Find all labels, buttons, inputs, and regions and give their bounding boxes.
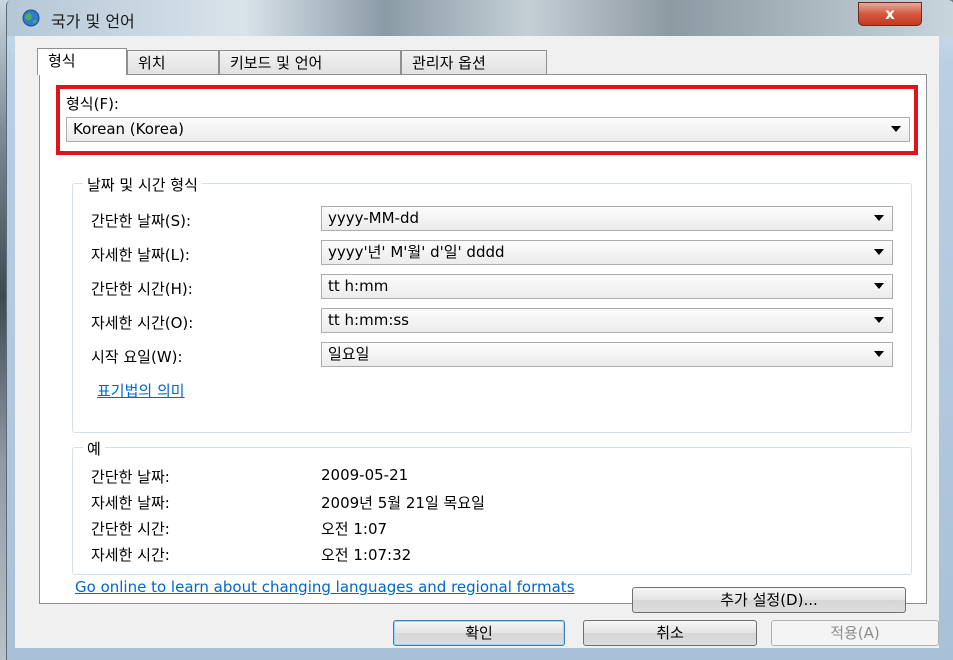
long-time-value: tt h:mm:ss xyxy=(328,311,409,329)
format-label: 형식(F): xyxy=(66,95,119,113)
examples-group-title: 예 xyxy=(83,438,105,459)
cancel-button[interactable]: 취소 xyxy=(583,620,757,646)
tab-location[interactable]: 위치 xyxy=(127,50,219,74)
datetime-format-group: 날짜 및 시간 형식 간단한 날짜(S): yyyy-MM-dd 자세한 날짜(… xyxy=(72,174,912,433)
example-long-time-value: 오전 1:07:32 xyxy=(321,546,412,564)
short-time-label: 간단한 시간(H): xyxy=(91,280,193,298)
close-icon: x xyxy=(885,5,895,23)
long-date-label: 자세한 날짜(L): xyxy=(91,246,190,264)
online-help-link[interactable]: Go online to learn about changing langua… xyxy=(75,578,575,596)
long-time-dropdown[interactable]: tt h:mm:ss xyxy=(321,308,893,333)
dialog-client-area: 형식 위치 키보드 및 언어 관리자 옵션 형식(F): Korean (Kor… xyxy=(15,36,939,648)
short-date-label: 간단한 날짜(S): xyxy=(91,212,192,230)
short-date-value: yyyy-MM-dd xyxy=(328,209,419,227)
short-time-dropdown[interactable]: tt h:mm xyxy=(321,274,893,299)
chevron-down-icon xyxy=(874,317,884,323)
format-value: Korean (Korea) xyxy=(73,120,185,138)
first-day-value: 일요일 xyxy=(328,345,370,363)
additional-settings-button[interactable]: 추가 설정(D)... xyxy=(632,587,906,613)
example-short-date-value: 2009-05-21 xyxy=(321,466,409,484)
example-long-time-label: 자세한 시간: xyxy=(91,546,170,564)
example-short-time-value: 오전 1:07 xyxy=(321,520,388,538)
chevron-down-icon xyxy=(874,351,884,357)
chevron-down-icon xyxy=(891,126,901,132)
chevron-down-icon xyxy=(874,283,884,289)
short-date-dropdown[interactable]: yyyy-MM-dd xyxy=(321,206,893,231)
globe-icon xyxy=(22,9,40,27)
long-date-value: yyyy'년' M'월' d'일' dddd xyxy=(328,243,505,261)
notation-link[interactable]: 표기법의 의미 xyxy=(97,380,185,401)
tab-format[interactable]: 형식 xyxy=(37,48,127,75)
tab-keyboard-language[interactable]: 키보드 및 언어 xyxy=(219,50,401,74)
ok-button[interactable]: 확인 xyxy=(393,620,565,646)
first-day-label: 시작 요일(W): xyxy=(91,348,183,366)
datetime-group-title: 날짜 및 시간 형식 xyxy=(83,174,202,195)
close-button[interactable]: x xyxy=(858,2,922,26)
format-dropdown[interactable]: Korean (Korea) xyxy=(66,117,910,142)
format-tab-panel: 형식(F): Korean (Korea) 날짜 및 시간 형식 간단한 날짜(… xyxy=(39,74,927,613)
example-short-date-label: 간단한 날짜: xyxy=(91,468,170,486)
long-time-label: 자세한 시간(O): xyxy=(91,314,194,332)
example-long-date-label: 자세한 날짜: xyxy=(91,494,170,512)
example-long-date-value: 2009년 5월 21일 목요일 xyxy=(321,494,485,512)
window-title: 국가 및 언어 xyxy=(51,12,135,31)
example-short-time-label: 간단한 시간: xyxy=(91,520,170,538)
first-day-dropdown[interactable]: 일요일 xyxy=(321,342,893,367)
chevron-down-icon xyxy=(874,249,884,255)
chevron-down-icon xyxy=(874,215,884,221)
title-bar[interactable]: 국가 및 언어 x xyxy=(7,0,953,36)
examples-group: 예 간단한 날짜: 2009-05-21 자세한 날짜: 2009년 5월 21… xyxy=(72,438,912,575)
tab-administrative[interactable]: 관리자 옵션 xyxy=(401,50,547,74)
apply-button[interactable]: 적용(A) xyxy=(771,620,939,646)
long-date-dropdown[interactable]: yyyy'년' M'월' d'일' dddd xyxy=(321,240,893,265)
short-time-value: tt h:mm xyxy=(328,277,389,295)
dialog-window: 국가 및 언어 x 형식 위치 키보드 및 언어 관리자 옵션 형식(F): K… xyxy=(6,0,953,660)
